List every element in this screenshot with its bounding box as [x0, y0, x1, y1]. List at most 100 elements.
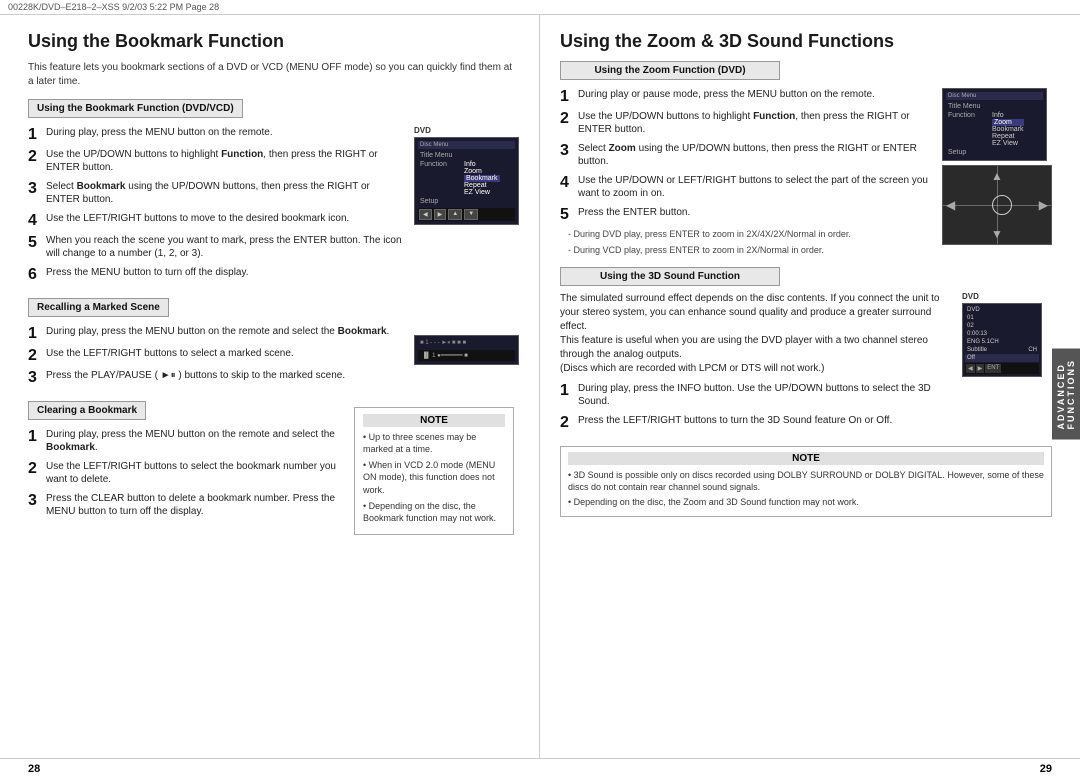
step-num: 1 [560, 382, 574, 409]
zoom-step-4: 4 Use the UP/DOWN or LEFT/RIGHT buttons … [560, 174, 932, 201]
dvd-small-row-highlight: Off [965, 354, 1039, 362]
arrow-up: ▲ [991, 169, 1003, 183]
dvd-menu-label: Function [420, 161, 460, 196]
arrow-left: ◀ [946, 198, 955, 212]
step-text: Use the UP/DOWN buttons to highlight Fun… [46, 148, 406, 175]
note-item-3: Depending on the disc, the Bookmark func… [363, 500, 505, 525]
zoom-content: 1 During play or pause mode, press the M… [560, 88, 1052, 257]
step-num: 3 [28, 369, 42, 386]
note-items-right: 3D Sound is possible only on discs recor… [568, 469, 1044, 509]
dvd-submenu: InfoZoom Bookmark RepeatEZ View [464, 161, 500, 196]
sound-step-2: 2 Press the LEFT/RIGHT buttons to turn t… [560, 414, 954, 431]
section2-header: Recalling a Marked Scene [28, 298, 169, 317]
step-1-5: 5 When you reach the scene you want to m… [28, 234, 406, 261]
dvd-header-item: Disc Menu [420, 142, 448, 148]
step-text: Use the UP/DOWN buttons to highlight Fun… [578, 110, 932, 137]
step-text: Use the LEFT/RIGHT buttons to move to th… [46, 212, 406, 229]
main-content: Using the Bookmark Function This feature… [0, 15, 1080, 758]
side-tab-line1: ADVANCED [1056, 364, 1066, 430]
zoom-dvd-menu: Disc Menu Title Menu Function Info Zoom … [942, 88, 1047, 161]
step-1-2: 2 Use the UP/DOWN buttons to highlight F… [28, 148, 406, 175]
step-text: During play, press the MENU button on th… [46, 428, 344, 455]
dvd-menu-header: Disc Menu [418, 141, 515, 149]
step-num: 5 [560, 206, 574, 223]
step-text: Press the ENTER button. [578, 206, 932, 223]
dvd-small-row: DVD [965, 306, 1039, 314]
note-item-2: When in VCD 2.0 mode (MENU ON mode), thi… [363, 459, 505, 497]
during-note-1: - During DVD play, press ENTER to zoom i… [560, 228, 932, 241]
page-numbers: 28 29 [0, 758, 1080, 779]
step-num: 4 [28, 212, 42, 229]
step-2-2: 2 Use the LEFT/RIGHT buttons to select a… [28, 347, 406, 364]
dvd-btn: ◀ [419, 209, 432, 220]
step-text: Select Bookmark using the UP/DOWN button… [46, 180, 406, 207]
arrow-right: ▶ [1039, 198, 1048, 212]
dvd-ctrl-btn: ◀ [966, 364, 975, 373]
left-page-title: Using the Bookmark Function [28, 31, 519, 53]
section3-col: Clearing a Bookmark 1 During play, press… [28, 401, 344, 535]
sound-section: Using the 3D Sound Function The simulate… [560, 267, 1052, 517]
dvd-small-display: DVD 01 02 0:00:13 ENG 5.1CH [962, 303, 1042, 377]
bottom-left-row: Clearing a Bookmark 1 During play, press… [28, 401, 519, 535]
zoom-step-1: 1 During play or pause mode, press the M… [560, 88, 932, 105]
section3-header: Clearing a Bookmark [28, 401, 146, 420]
zoom-dvd-header: Disc Menu [946, 92, 1043, 100]
step-num: 2 [28, 148, 42, 175]
note-title-right: NOTE [568, 452, 1044, 465]
section-zoom-header: Using the Zoom Function (DVD) [560, 61, 780, 80]
dvd-row-val: 02 [967, 323, 974, 329]
step-2-1: 1 During play, press the MENU button on … [28, 325, 406, 342]
dvd-bookmark-highlight: Bookmark [464, 175, 500, 182]
dvd-row-val: 0:00:13 [967, 331, 987, 337]
zoom-submenu: Info Zoom BookmarkRepeatEZ View [992, 112, 1024, 147]
section2-steps: 1 During play, press the MENU button on … [28, 325, 406, 391]
dvd-small-row: 02 [965, 322, 1039, 330]
step-text: Press the MENU button to turn off the di… [46, 266, 406, 283]
page-number-left: 28 [28, 763, 40, 775]
step-text: Press the PLAY/PAUSE ( ►⏸ ) buttons to s… [46, 369, 406, 386]
step-text: Press the LEFT/RIGHT buttons to turn the… [578, 414, 954, 431]
recall-dvd-text: ■ 1 - - - ►⏸ ■ ■ ■ [418, 339, 515, 348]
step-1-4: 4 Use the LEFT/RIGHT buttons to move to … [28, 212, 406, 229]
dvd-label-function: Function [948, 112, 988, 147]
step-num: 1 [28, 126, 42, 143]
note-right-item-1: 3D Sound is possible only on discs recor… [568, 469, 1044, 494]
step-num: 1 [28, 428, 42, 455]
step-3-1: 1 During play, press the MENU button on … [28, 428, 344, 455]
step-1-6: 6 Press the MENU button to turn off the … [28, 266, 406, 283]
dvd-label: DVD [414, 126, 519, 135]
step-text: During play or pause mode, press the MEN… [578, 88, 932, 105]
section-clear: Clearing a Bookmark 1 During play, press… [28, 401, 344, 519]
dvd-btn: ▶ [434, 209, 447, 220]
dvd-small-row: 01 [965, 314, 1039, 322]
step-text: During play, press the INFO button. Use … [578, 382, 954, 409]
section1-header: Using the Bookmark Function (DVD/VCD) [28, 99, 243, 118]
section1-steps: 1 During play, press the MENU button on … [28, 126, 406, 288]
dvd-small-row: 0:00:13 [965, 330, 1039, 338]
step-1-3: 3 Select Bookmark using the UP/DOWN butt… [28, 180, 406, 207]
step-num: 2 [28, 460, 42, 487]
dvd-ctrl-btn: ▶ [976, 364, 985, 373]
note-item-1: Up to three scenes may be marked at a ti… [363, 431, 505, 456]
note-text: Up to three scenes may be marked at a ti… [363, 431, 505, 525]
step-text: Use the LEFT/RIGHT buttons to select the… [46, 460, 344, 487]
step-num: 2 [560, 414, 574, 431]
step-num: 3 [560, 142, 574, 169]
dvd-menu-image: DVD Disc Menu Title Menu Function InfoZo… [414, 126, 519, 288]
step-text: Use the UP/DOWN or LEFT/RIGHT buttons to… [578, 174, 932, 201]
side-tab: ADVANCED FUNCTIONS [1052, 349, 1080, 440]
arrow-down: ▼ [991, 227, 1003, 241]
zoom-dvd-header-text: Disc Menu [948, 93, 976, 99]
dvd-control-bar: ◀ ▶ ENT [965, 363, 1039, 374]
dvd-btn: ▲ [448, 209, 462, 220]
sound-content: The simulated surround effect depends on… [560, 292, 1052, 436]
sound-dvd-area: DVD DVD 01 02 0:00:13 [962, 292, 1052, 436]
step-num: 3 [28, 180, 42, 207]
dvd-row-val: CH [1028, 347, 1037, 353]
page-number-right: 29 [1040, 763, 1052, 775]
dvd-bottom-bar-small: ▐▌ 1 ●━━━━━━ ■ [418, 350, 515, 361]
step-text: During play, press the MENU button on th… [46, 325, 406, 342]
step-text: Select Zoom using the UP/DOWN buttons, t… [578, 142, 932, 169]
dvd-small-row: ENG 5.1CH [965, 338, 1039, 346]
zoom-crosshair-display: ▲ ▼ ◀ ▶ [942, 165, 1052, 245]
